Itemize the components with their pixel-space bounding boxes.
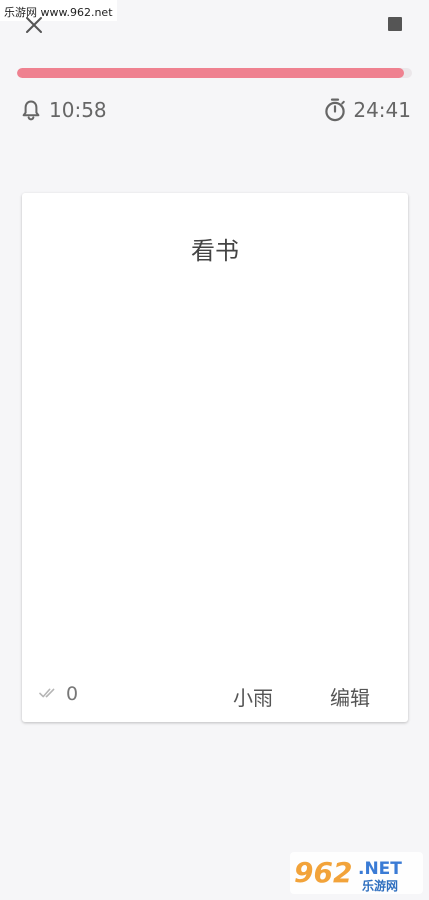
bell-icon (22, 100, 40, 121)
close-icon (26, 17, 42, 33)
watermark-top: 乐游网 www.962.net (0, 0, 117, 21)
watermark-logo: 962 .NET 乐游网 (290, 852, 423, 894)
reminder-info: 10:58 (21, 98, 107, 122)
task-card: 看书 0 小雨 编辑 (22, 193, 408, 722)
progress-bar (17, 68, 412, 78)
focus-timer-screen: 乐游网 www.962.net 10:58 24:41 看书 0 小雨 编辑 9… (0, 0, 429, 900)
owner-name: 小雨 (233, 686, 273, 710)
watermark-number: 962 (294, 856, 352, 889)
stopwatch-icon (325, 98, 346, 122)
close-button[interactable] (22, 13, 46, 37)
watermark-suffix: .NET (358, 859, 402, 879)
task-title: 看书 (191, 237, 239, 265)
card-footer: 0 小雨 编辑 (22, 666, 408, 722)
stop-button[interactable] (388, 17, 402, 31)
watermark-sub: 乐游网 (362, 878, 398, 893)
reminder-time: 10:58 (49, 98, 107, 122)
completed-count: 0 (66, 683, 79, 705)
timer-time: 24:41 (353, 98, 411, 122)
progress-fill (17, 68, 405, 78)
double-check-icon (39, 688, 55, 698)
timer-info: 24:41 (324, 98, 411, 122)
edit-button[interactable]: 编辑 (330, 682, 370, 711)
